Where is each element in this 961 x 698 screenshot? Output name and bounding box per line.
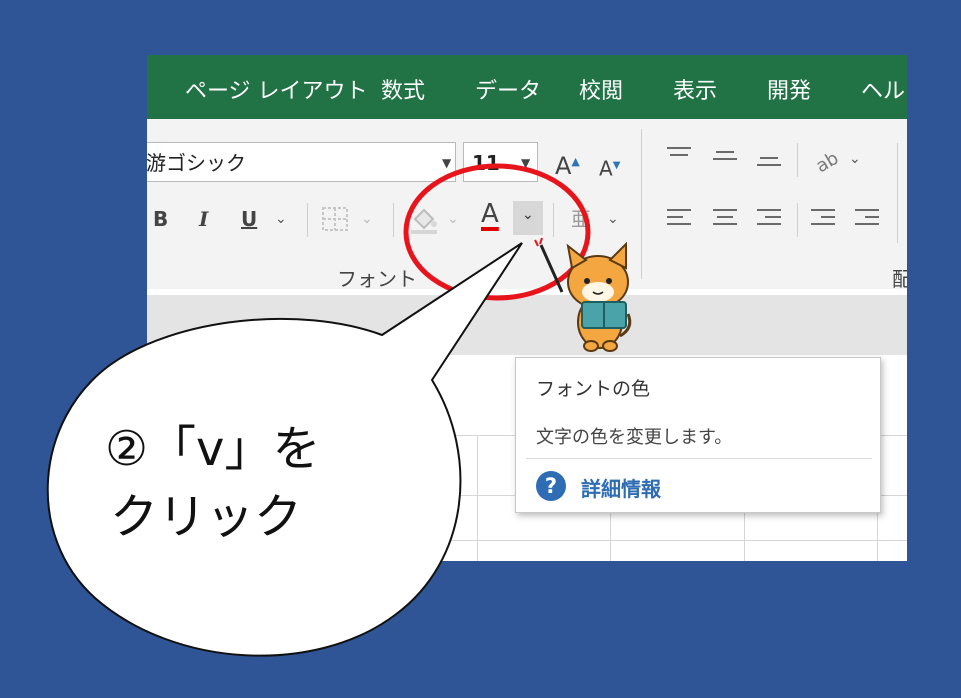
callout-step-line1: ②「v」を [105, 421, 321, 477]
callout-step-line2: クリック [110, 489, 303, 545]
annotation-overlay [46, 163, 632, 657]
